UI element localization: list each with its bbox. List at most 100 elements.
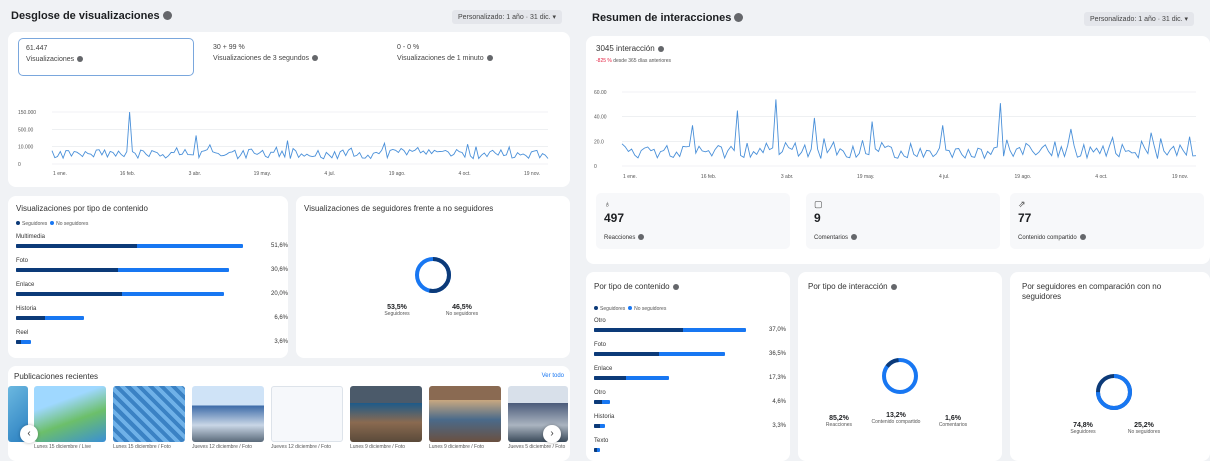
y-tick-label: 40.00 bbox=[594, 115, 607, 121]
date-range-dropdown[interactable]: Personalizado: 1 año · 31 dic. ▾ bbox=[1084, 12, 1195, 26]
content-type-bar-row: Foto 36,5% bbox=[594, 342, 786, 364]
bar-percent: 17,3% bbox=[768, 375, 786, 381]
bar-percent: 4,6% bbox=[772, 399, 786, 405]
bar-track bbox=[594, 448, 601, 452]
info-icon[interactable] bbox=[734, 13, 744, 22]
views-breakdown-title: Desglose de visualizaciones bbox=[11, 10, 172, 22]
bar-percent: 20,0% bbox=[270, 291, 288, 297]
shares-stat[interactable]: ⇗ 77 Contenido compartido bbox=[1010, 193, 1204, 249]
legend-dot bbox=[16, 221, 20, 225]
x-tick-label: 4 jul. bbox=[324, 171, 335, 177]
x-tick-label: 1 ene. bbox=[53, 171, 67, 177]
y-tick-label: 20.0 bbox=[594, 139, 604, 145]
bar-label: Enlace bbox=[16, 282, 35, 288]
bar-track bbox=[594, 328, 747, 332]
donut-label-followers: 74,8% Seguidores bbox=[1070, 422, 1096, 435]
legend-dot bbox=[594, 306, 598, 310]
bar-track bbox=[594, 352, 726, 356]
bar-followers bbox=[16, 244, 137, 248]
views-by-content-title: Visualizaciones por tipo de contenido bbox=[16, 204, 148, 213]
post-thumbnail[interactable] bbox=[34, 386, 106, 442]
followers-split-title: Visualizaciones de seguidores frente a n… bbox=[304, 204, 494, 213]
bar-label: Texto bbox=[594, 438, 609, 444]
info-icon bbox=[638, 234, 645, 240]
donut-label-nonfollowers: 25,2% No seguidores bbox=[1127, 422, 1161, 435]
x-tick-label: 16 feb. bbox=[701, 174, 716, 180]
content-type-bar-row: Enlace 20,0% bbox=[16, 282, 288, 304]
y-tick-label: 0 bbox=[18, 162, 21, 168]
interactions-summary-title: Resumen de interacciones bbox=[592, 12, 744, 24]
content-type-bar-row: Reel 3,6% bbox=[16, 330, 288, 352]
recent-posts-title: Publicaciones recientes bbox=[14, 372, 99, 381]
by-content-title: Por tipo de contenido bbox=[594, 282, 679, 291]
bar-track bbox=[594, 424, 606, 428]
legend-dot bbox=[50, 221, 55, 225]
bar-followers bbox=[594, 328, 684, 332]
comments-stat[interactable]: ▢ 9 Comentarios bbox=[806, 193, 1000, 249]
bar-followers bbox=[594, 376, 627, 380]
by-interaction-title: Por tipo de interacción bbox=[808, 282, 897, 291]
donut-label-nonfollowers: 46,5% No seguidores bbox=[445, 304, 479, 317]
post-caption: Jueves 5 diciembre / Foto bbox=[508, 444, 566, 450]
x-tick-label: 19 nov. bbox=[1172, 174, 1188, 180]
x-tick-label: 16 feb. bbox=[120, 171, 135, 177]
content-type-bar-row: Historia 6,6% bbox=[16, 306, 288, 328]
content-type-bar-row: Multimedia 51,6% bbox=[16, 234, 288, 256]
bar-track bbox=[594, 376, 669, 380]
info-icon bbox=[672, 284, 679, 290]
bar-track bbox=[16, 244, 244, 248]
bar-followers bbox=[594, 352, 659, 356]
bar-followers bbox=[594, 448, 598, 452]
bar-percent: 36,5% bbox=[768, 351, 786, 357]
bar-label: Reel bbox=[16, 330, 29, 336]
post-thumbnail[interactable] bbox=[350, 386, 422, 442]
bar-label: Historia bbox=[16, 306, 37, 312]
followers-comparison-donut bbox=[1096, 374, 1132, 410]
y-tick-label: 60.00 bbox=[594, 90, 607, 96]
info-icon[interactable] bbox=[162, 11, 172, 20]
see-all-link[interactable]: Ver todo bbox=[542, 373, 564, 379]
thumbs-up-icon: ♁ bbox=[604, 199, 611, 209]
bar-followers bbox=[16, 292, 123, 296]
bar-label: Enlace bbox=[594, 366, 613, 372]
post-caption: Lunes 15 diciembre / Foto bbox=[113, 444, 171, 450]
post-caption: Lunes 9 diciembre / Foto bbox=[350, 444, 406, 450]
interactions-by-type-card: Por tipo de interacción 85,2% Reacciones … bbox=[798, 272, 1002, 461]
post-caption: Lunes 9 diciembre / Foto bbox=[429, 444, 485, 450]
content-type-bar-row: Historia 3,3% bbox=[594, 414, 786, 436]
bar-label: Otro bbox=[594, 318, 606, 324]
bar-followers bbox=[594, 400, 603, 404]
post-thumbnail[interactable] bbox=[429, 386, 501, 442]
y-tick-label: 10.000 bbox=[18, 145, 34, 151]
interactions-by-content-card: Por tipo de contenido Seguidores No segu… bbox=[586, 272, 790, 461]
x-tick-label: 4 jul. bbox=[939, 174, 950, 180]
bar-track bbox=[16, 316, 84, 320]
bar-track bbox=[16, 292, 225, 296]
followers-donut bbox=[415, 257, 451, 293]
post-thumbnail[interactable] bbox=[113, 386, 185, 442]
date-range-dropdown[interactable]: Personalizado: 1 año · 31 dic. ▾ bbox=[452, 10, 563, 24]
post-thumbnail[interactable] bbox=[271, 386, 343, 442]
y-tick-label: 500.00 bbox=[18, 127, 34, 133]
bar-followers bbox=[16, 268, 118, 272]
content-type-bar-row: Texto bbox=[594, 438, 786, 460]
series-line bbox=[51, 111, 549, 160]
reactions-stat[interactable]: ♁ 497 Reacciones bbox=[596, 193, 790, 249]
carousel-prev-button[interactable]: ‹ bbox=[20, 425, 38, 443]
legend: Seguidores No seguidores bbox=[16, 221, 88, 227]
carousel-next-button[interactable]: › bbox=[543, 425, 561, 443]
y-tick-label: 150.000 bbox=[18, 110, 36, 116]
content-type-bar-row: Otro 4,6% bbox=[594, 390, 786, 412]
bar-percent: 30,6% bbox=[270, 267, 288, 273]
views-by-content-card: Visualizaciones por tipo de contenido Se… bbox=[8, 196, 288, 358]
donut-label-reactions: 85,2% Reacciones bbox=[825, 415, 853, 428]
post-thumbnail[interactable] bbox=[192, 386, 264, 442]
bar-label: Foto bbox=[594, 342, 607, 348]
followers-comparison-title: Por seguidores en comparación con no seg… bbox=[1022, 282, 1162, 301]
bar-track bbox=[16, 268, 229, 272]
comment-icon: ▢ bbox=[814, 199, 823, 209]
bar-label: Otro bbox=[594, 390, 606, 396]
bar-track bbox=[16, 340, 31, 344]
x-tick-label: 4 oct. bbox=[1095, 174, 1107, 180]
series-line bbox=[621, 99, 1197, 160]
